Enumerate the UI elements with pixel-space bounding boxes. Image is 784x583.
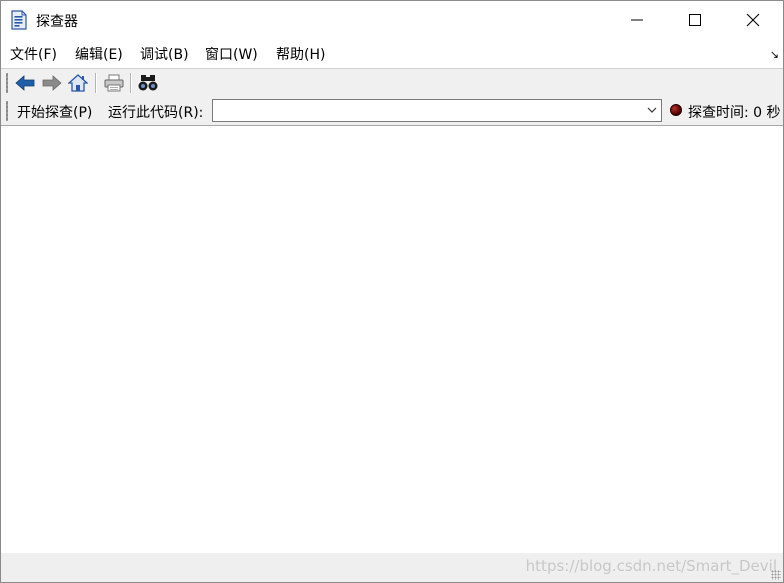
forward-button[interactable]	[40, 72, 64, 94]
start-probe-button[interactable]: 开始探查(P)	[17, 102, 92, 122]
close-button[interactable]	[724, 1, 782, 39]
restore-child-icon[interactable]: ↘	[770, 48, 779, 61]
print-button[interactable]	[102, 72, 126, 94]
icon-toolbar	[1, 68, 783, 99]
watermark-text: https://blog.csdn.net/Smart_Devil	[525, 557, 777, 575]
back-arrow-icon	[15, 75, 35, 91]
menu-help[interactable]: 帮助(H)	[275, 44, 326, 64]
find-button[interactable]	[136, 72, 160, 94]
home-button[interactable]	[66, 72, 90, 94]
toolbar-grip[interactable]	[6, 101, 8, 121]
resize-grip-icon[interactable]	[771, 570, 781, 580]
menu-bar: 文件(F) 编辑(E) 调试(B) 窗口(W) 帮助(H) ↘	[1, 41, 783, 67]
profiler-window: 探查器 文件(F) 编辑(E) 调试(B) 窗口(W) 帮助(H) ↘ 开始探查…	[0, 0, 784, 583]
probe-time-label: 探查时间: 0 秒	[688, 105, 781, 121]
status-bar: https://blog.csdn.net/Smart_Devil	[1, 553, 783, 582]
printer-icon	[104, 74, 124, 92]
home-icon	[68, 74, 88, 92]
run-code-label: 运行此代码(R):	[108, 105, 204, 121]
title-bar: 探查器	[1, 1, 783, 39]
run-code-combobox[interactable]	[212, 99, 662, 122]
forward-arrow-icon	[42, 75, 62, 91]
probe-status-indicator	[670, 104, 682, 116]
menu-window[interactable]: 窗口(W)	[204, 44, 259, 64]
window-title: 探查器	[36, 14, 78, 30]
toolbar-separator	[130, 73, 132, 93]
menu-debug[interactable]: 调试(B)	[139, 44, 190, 64]
document-icon	[11, 10, 27, 30]
chevron-down-icon[interactable]	[647, 106, 657, 114]
maximize-icon	[689, 14, 701, 26]
menu-file[interactable]: 文件(F)	[9, 44, 58, 64]
binoculars-icon	[138, 75, 158, 91]
back-button[interactable]	[13, 72, 37, 94]
minimize-button[interactable]	[608, 1, 666, 39]
menu-edit[interactable]: 编辑(E)	[74, 44, 124, 64]
toolbar-grip[interactable]	[6, 73, 8, 93]
toolbar-separator	[95, 73, 97, 93]
profiler-content-area[interactable]	[1, 126, 783, 552]
close-icon	[746, 13, 760, 27]
probe-toolbar: 开始探查(P) 运行此代码(R): 探查时间: 0 秒	[1, 98, 783, 126]
minimize-icon	[631, 19, 643, 21]
maximize-button[interactable]	[666, 1, 724, 39]
